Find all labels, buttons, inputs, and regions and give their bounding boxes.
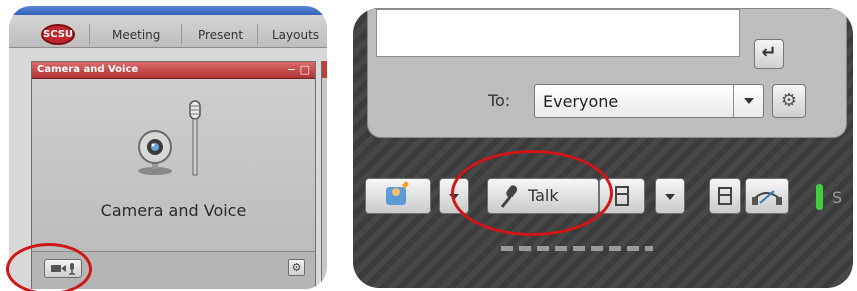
chat-pod: ↵ To: Everyone ⚙ (367, 8, 847, 138)
pod-body-label: Camera and Voice (100, 201, 247, 220)
pod-footer: ⚙ (32, 251, 315, 289)
talk-label: Talk (528, 186, 559, 205)
recipient-select-arrow[interactable] (733, 85, 763, 117)
menu-layouts[interactable]: Layouts (272, 28, 319, 42)
pod-body: Camera and Voice (32, 79, 315, 251)
volume-meter (501, 246, 653, 251)
recipient-select-value: Everyone (543, 92, 619, 111)
gear-icon: ⚙ (780, 90, 798, 111)
app-logo: SCSU (41, 24, 75, 45)
pod-options-button[interactable]: ⚙ (288, 259, 305, 276)
pod-titlebar: Camera and Voice − □ (32, 62, 315, 79)
chevron-down-icon (744, 98, 754, 104)
talk-dropdown-button[interactable] (655, 178, 685, 214)
app-menubar: SCSU Meeting Present Layouts (9, 6, 327, 48)
adjacent-pod-edge (321, 61, 327, 289)
chevron-down-icon (449, 194, 459, 200)
menu-present[interactable]: Present (198, 28, 243, 42)
status-text: S (832, 188, 843, 207)
pod-window-controls[interactable]: − □ (287, 63, 310, 76)
enter-icon: ↵ (761, 42, 777, 63)
recipient-select[interactable]: Everyone (534, 84, 764, 118)
chat-options-button[interactable]: ⚙ (772, 84, 806, 118)
webcam-icon (138, 130, 172, 175)
gear-icon: ⚙ (291, 261, 302, 274)
menu-meeting[interactable]: Meeting (112, 28, 160, 42)
status-button[interactable] (365, 178, 431, 214)
menu-separator (89, 24, 90, 44)
status-dropdown-button[interactable] (439, 178, 469, 214)
microphone-icon (189, 100, 201, 176)
camera-lock-button[interactable] (709, 178, 741, 214)
chevron-down-icon (665, 194, 675, 200)
talk-button[interactable]: Talk (487, 178, 599, 214)
chat-message-input[interactable] (376, 9, 740, 57)
pod-title: Camera and Voice (37, 64, 139, 75)
lock-icon (615, 186, 629, 206)
headset-icon (752, 190, 782, 205)
raise-hand-icon (386, 181, 409, 205)
audio-status-light (816, 184, 823, 210)
camera-mic-toggle-button[interactable] (44, 259, 82, 278)
window-title-strip (9, 6, 327, 15)
camera-voice-pod: Camera and Voice − □ Camera and Voice ⚙ (31, 61, 316, 289)
left-screenshot: SCSU Meeting Present Layouts Camera and … (9, 6, 327, 289)
send-message-button[interactable]: ↵ (754, 39, 784, 69)
to-label: To: (488, 91, 511, 110)
right-screenshot: ↵ To: Everyone ⚙ Talk S (353, 8, 853, 288)
menu-separator (257, 24, 258, 44)
audio-setup-button[interactable] (745, 178, 789, 214)
lock-icon (718, 187, 732, 205)
microphone-icon (500, 185, 518, 208)
camera-mic-icon (51, 263, 75, 275)
talk-lock-button[interactable] (599, 178, 645, 214)
menu-separator (181, 24, 182, 44)
